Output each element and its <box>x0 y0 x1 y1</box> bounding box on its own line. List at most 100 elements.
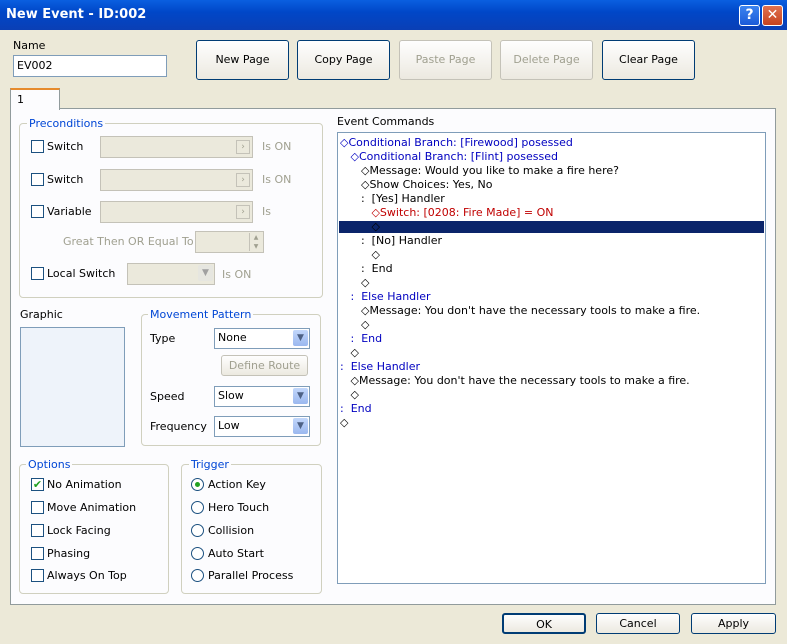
command-line[interactable]: : End <box>340 402 372 416</box>
type-label: Type <box>150 332 176 345</box>
command-line[interactable]: : [No] Handler <box>340 234 442 248</box>
command-line[interactable]: ◇ <box>340 276 369 290</box>
new-page-button[interactable]: New Page <box>196 40 289 80</box>
variable-label: Variable <box>47 205 92 218</box>
no-animation-checkbox[interactable]: ✔ <box>31 478 44 491</box>
switch1-checkbox[interactable] <box>31 140 44 153</box>
move-animation-checkbox[interactable] <box>31 501 44 514</box>
switch2-suffix: Is ON <box>262 173 292 186</box>
chevron-down-icon: ▼ <box>293 418 308 434</box>
command-line[interactable]: ◇ <box>340 318 369 332</box>
help-button[interactable]: ? <box>739 5 760 26</box>
parallel-process-label: Parallel Process <box>208 569 294 582</box>
action-key-radio[interactable] <box>191 478 204 491</box>
graphic-label: Graphic <box>20 308 63 321</box>
tab-page-1[interactable]: 1 <box>10 88 60 110</box>
command-line[interactable]: ◇Message: Would you like to make a fire … <box>340 164 619 178</box>
event-commands-list[interactable]: ◇Conditional Branch: [Firewood] posessed… <box>337 132 766 584</box>
local-switch-label: Local Switch <box>47 267 116 280</box>
chevron-down-icon: ▼ <box>293 330 308 346</box>
preconditions-title: Preconditions <box>27 117 106 130</box>
local-switch-select[interactable]: ▼ <box>127 263 215 285</box>
command-line[interactable]: ◇ <box>340 416 348 430</box>
switch1-label: Switch <box>47 140 84 153</box>
cancel-button[interactable]: Cancel <box>596 613 680 634</box>
type-select[interactable]: None ▼ <box>214 328 310 349</box>
variable-suffix: Is <box>262 205 271 218</box>
close-button[interactable]: ✕ <box>762 5 783 26</box>
variable-picker-icon: › <box>236 205 250 219</box>
apply-button[interactable]: Apply <box>691 613 776 634</box>
trigger-title: Trigger <box>189 458 231 471</box>
variable-checkbox[interactable] <box>31 205 44 218</box>
switch2-picker-icon: › <box>236 173 250 187</box>
command-line[interactable]: ◇ <box>340 220 379 234</box>
copy-page-button[interactable]: Copy Page <box>297 40 390 80</box>
command-line[interactable]: ◇Conditional Branch: [Flint] posessed <box>340 150 557 164</box>
collision-label: Collision <box>208 524 255 537</box>
chevron-down-icon: ▼ <box>293 388 308 404</box>
local-switch-suffix: Is ON <box>222 268 252 281</box>
switch1-suffix: Is ON <box>262 140 292 153</box>
switch2-checkbox[interactable] <box>31 173 44 186</box>
define-route-button[interactable]: Define Route <box>221 355 308 376</box>
command-line[interactable]: ◇Switch: [0208: Fire Made] = ON <box>340 206 553 220</box>
movement-title: Movement Pattern <box>148 308 254 321</box>
frequency-value: Low <box>218 419 240 432</box>
command-line[interactable]: : Else Handler <box>340 290 430 304</box>
phasing-label: Phasing <box>47 547 91 560</box>
frequency-select[interactable]: Low ▼ <box>214 416 310 437</box>
window-title: New Event - ID:002 <box>6 7 147 22</box>
paste-page-button[interactable]: Paste Page <box>399 40 492 80</box>
parallel-process-radio[interactable] <box>191 569 204 582</box>
speed-select[interactable]: Slow ▼ <box>214 386 310 407</box>
hero-touch-label: Hero Touch <box>208 501 270 514</box>
ok-button[interactable]: OK <box>502 613 586 634</box>
gte-spinner[interactable]: ▲ ▼ <box>195 231 264 253</box>
clear-page-button[interactable]: Clear Page <box>602 40 695 80</box>
command-line[interactable]: ◇Message: You don't have the necessary t… <box>340 304 700 318</box>
speed-value: Slow <box>218 389 244 402</box>
switch2-field[interactable]: › <box>100 169 253 191</box>
always-on-top-checkbox[interactable] <box>31 569 44 582</box>
gte-label: Great Then OR Equal To <box>63 235 194 248</box>
move-animation-label: Move Animation <box>47 501 137 514</box>
phasing-checkbox[interactable] <box>31 547 44 560</box>
auto-start-radio[interactable] <box>191 547 204 560</box>
switch2-label: Switch <box>47 173 84 186</box>
command-line[interactable]: : [Yes] Handler <box>340 192 445 206</box>
command-line[interactable]: ◇Show Choices: Yes, No <box>340 178 493 192</box>
graphic-preview[interactable] <box>20 327 125 447</box>
options-title: Options <box>26 458 73 471</box>
spinner-arrows-icon: ▲ ▼ <box>249 233 262 251</box>
command-line[interactable]: ◇Conditional Branch: [Firewood] posessed <box>340 136 573 150</box>
no-animation-label: No Animation <box>47 478 122 491</box>
variable-field[interactable]: › <box>100 201 253 223</box>
title-bar: New Event - ID:002 <box>0 0 787 30</box>
delete-page-button[interactable]: Delete Page <box>500 40 593 80</box>
type-value: None <box>218 331 247 344</box>
local-switch-checkbox[interactable] <box>31 267 44 280</box>
action-key-label: Action Key <box>208 478 266 491</box>
chevron-down-icon: ▼ <box>198 265 213 281</box>
event-commands-label: Event Commands <box>337 115 435 128</box>
command-line[interactable]: ◇ <box>340 388 358 402</box>
lock-facing-checkbox[interactable] <box>31 524 44 537</box>
name-input[interactable]: EV002 <box>13 55 167 77</box>
frequency-label: Frequency <box>150 420 207 433</box>
switch1-field[interactable]: › <box>100 136 253 158</box>
command-line[interactable]: ◇Message: You don't have the necessary t… <box>340 374 689 388</box>
command-line[interactable]: ◇ <box>340 346 358 360</box>
lock-facing-label: Lock Facing <box>47 524 111 537</box>
command-line[interactable]: : End <box>340 332 382 346</box>
speed-label: Speed <box>150 390 185 403</box>
command-line[interactable]: : End <box>340 262 393 276</box>
command-line[interactable]: ◇ <box>340 248 379 262</box>
collision-radio[interactable] <box>191 524 204 537</box>
command-line[interactable]: : Else Handler <box>340 360 420 374</box>
switch1-picker-icon: › <box>236 140 250 154</box>
name-label: Name <box>13 39 46 52</box>
auto-start-label: Auto Start <box>208 547 264 560</box>
selected-command-row[interactable] <box>339 221 764 233</box>
hero-touch-radio[interactable] <box>191 501 204 514</box>
